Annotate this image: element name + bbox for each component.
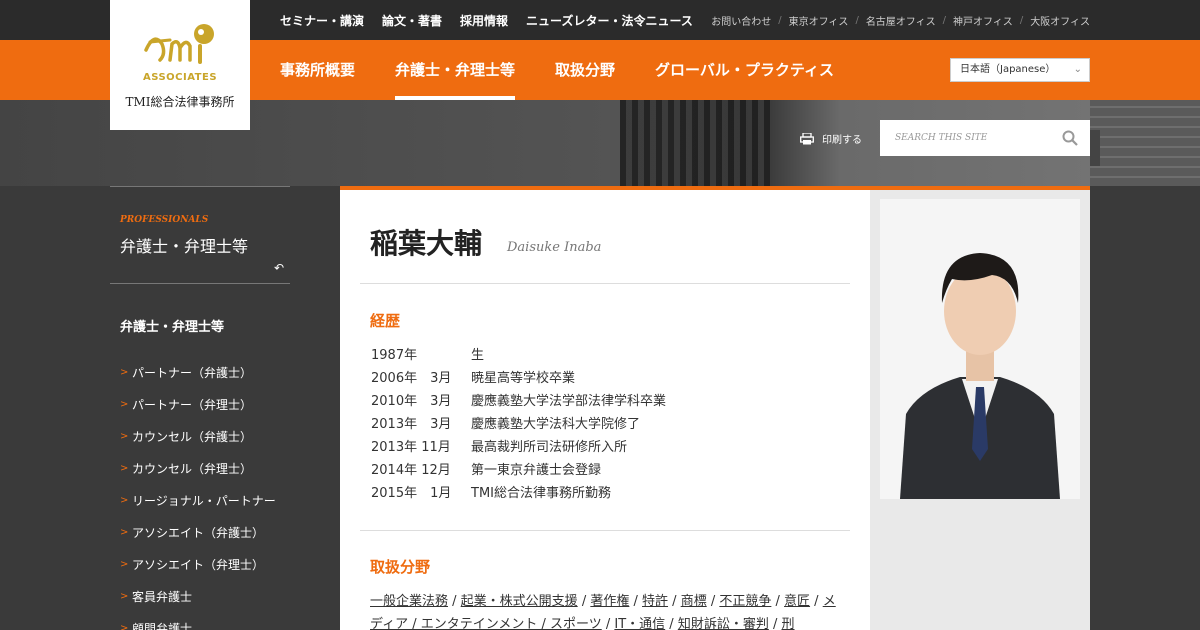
language-select[interactable]: 日本語（Japanese） ⌄ bbox=[950, 58, 1090, 82]
career-text: 慶應義塾大学法科大学院修了 bbox=[471, 417, 641, 432]
section-divider bbox=[360, 530, 850, 531]
practice-area-link[interactable]: 意匠 bbox=[784, 594, 810, 609]
career-row: 2010年 3月 慶應義塾大学法学部法律学科卒業 bbox=[371, 390, 666, 413]
career-text: TMI総合法律事務所勤務 bbox=[471, 486, 611, 501]
main-nav-global-practice[interactable]: グローバル・プラクティス bbox=[655, 40, 834, 100]
practice-area-link[interactable]: 知財訴訟・審判 bbox=[678, 617, 769, 630]
practice-area-link[interactable]: 商標 bbox=[681, 594, 707, 609]
career-text: 慶應義塾大学法学部法律学科卒業 bbox=[471, 394, 667, 409]
career-text: 暁星高等学校卒業 bbox=[471, 371, 576, 386]
sidebar-item-advisor-lawyer[interactable]: 顧問弁護士 bbox=[110, 613, 290, 630]
career-text: 第一東京弁護士会登録 bbox=[471, 463, 602, 478]
profile-name-english: Daisuke Inaba bbox=[507, 240, 602, 255]
sidebar-title: 弁護士・弁理士等 bbox=[120, 237, 249, 256]
hero-wall-image bbox=[1090, 100, 1200, 186]
hero-building-image bbox=[620, 100, 770, 186]
search-shadow bbox=[1090, 130, 1100, 166]
profile-photo bbox=[880, 199, 1080, 499]
sidebar-item-guest-lawyer[interactable]: 客員弁護士 bbox=[110, 581, 290, 613]
office-links: お問い合わせ / 東京オフィス / 名古屋オフィス / 神戸オフィス / 大阪オフィス bbox=[711, 0, 1090, 40]
career-date: 2006年 3月 bbox=[371, 371, 452, 386]
career-row: 1987年 生 bbox=[371, 344, 666, 367]
practice-area-link[interactable]: 特許 bbox=[642, 594, 668, 609]
logo-assoc-text: ASSOCIATES bbox=[142, 72, 218, 83]
separator: / bbox=[1019, 14, 1024, 26]
career-row: 2013年 3月 慶應義塾大学法科大学院修了 bbox=[371, 413, 666, 436]
sidebar-item-associate-patent[interactable]: アソシエイト（弁理士） bbox=[110, 549, 290, 581]
separator: / bbox=[855, 14, 859, 26]
practice-area-link[interactable]: 刑 bbox=[782, 617, 795, 630]
print-button[interactable]: 印刷する bbox=[800, 131, 862, 146]
career-date: 2013年 3月 bbox=[371, 417, 452, 432]
sidebar-item-partner-lawyer[interactable]: パートナー（弁護士） bbox=[110, 357, 290, 389]
office-link-tokyo[interactable]: 東京オフィス bbox=[789, 13, 849, 28]
chevron-down-icon: ⌄ bbox=[1073, 64, 1082, 75]
utility-link-newsletter[interactable]: ニューズレター・法令ニュース bbox=[526, 12, 693, 29]
printer-icon bbox=[800, 132, 814, 144]
sidebar-item-associate-lawyer[interactable]: アソシエイト（弁護士） bbox=[110, 517, 290, 549]
office-link-osaka[interactable]: 大阪オフィス bbox=[1030, 13, 1090, 28]
practice-areas-list: 一般企業法務 / 起業・株式公開支援 / 著作権 / 特許 / 商標 / 不正競… bbox=[370, 594, 836, 630]
career-text: 生 bbox=[471, 348, 485, 363]
sidebar-section-label: PROFESSIONALS bbox=[120, 215, 209, 225]
practice-area-link[interactable]: 起業・株式公開支援 bbox=[461, 594, 578, 609]
main-nav-professionals[interactable]: 弁護士・弁理士等 bbox=[395, 40, 516, 100]
sidebar: PROFESSIONALS 弁護士・弁理士等 ↶ 弁護士・弁理士等 パートナー（… bbox=[110, 186, 290, 630]
site-search bbox=[880, 120, 1090, 156]
career-date: 2010年 3月 bbox=[371, 394, 452, 409]
utility-link-publications[interactable]: 論文・著書 bbox=[382, 12, 442, 29]
sidebar-item-regional-partner[interactable]: リージョナル・パートナー bbox=[110, 485, 290, 517]
sidebar-item-counsel-lawyer[interactable]: カウンセル（弁護士） bbox=[110, 421, 290, 453]
sidebar-divider bbox=[110, 186, 290, 187]
language-select-value: 日本語（Japanese） bbox=[960, 64, 1056, 75]
portrait-image bbox=[880, 199, 1080, 499]
career-row: 2013年 11月 最高裁判所司法研修所入所 bbox=[371, 436, 666, 459]
main-nav: 事務所概要 弁護士・弁理士等 取扱分野 グローバル・プラクティス bbox=[280, 40, 834, 100]
utility-nav: セミナー・講演 論文・著書 採用情報 ニューズレター・法令ニュース bbox=[280, 0, 693, 40]
office-link-contact[interactable]: お問い合わせ bbox=[711, 13, 771, 28]
practice-area-link[interactable]: 不正競争 bbox=[719, 594, 771, 609]
sidebar-item-partner-patent[interactable]: パートナー（弁理士） bbox=[110, 389, 290, 421]
section-divider bbox=[360, 283, 850, 284]
separator: / bbox=[942, 14, 946, 26]
utility-link-careers[interactable]: 採用情報 bbox=[460, 12, 508, 29]
sidebar-item-counsel-patent[interactable]: カウンセル（弁理士） bbox=[110, 453, 290, 485]
search-input[interactable] bbox=[880, 120, 1050, 156]
back-icon[interactable]: ↶ bbox=[110, 261, 284, 283]
separator: / bbox=[778, 14, 782, 26]
office-link-nagoya[interactable]: 名古屋オフィス bbox=[866, 13, 936, 28]
career-heading: 経歴 bbox=[370, 312, 401, 330]
career-list: 1987年 生 2006年 3月 暁星高等学校卒業 2010年 3月 慶應義塾大学法学… bbox=[371, 344, 666, 505]
tmi-logo-mark-icon bbox=[144, 24, 214, 64]
search-icon[interactable] bbox=[1062, 130, 1078, 146]
practice-areas-heading: 取扱分野 bbox=[370, 558, 431, 576]
practice-area-link[interactable]: 一般企業法務 bbox=[370, 594, 448, 609]
print-label: 印刷する bbox=[822, 135, 862, 146]
office-link-kobe[interactable]: 神戸オフィス bbox=[953, 13, 1013, 28]
career-text: 最高裁判所司法研修所入所 bbox=[471, 440, 628, 455]
main-nav-practice-areas[interactable]: 取扱分野 bbox=[555, 40, 615, 100]
utility-link-seminars[interactable]: セミナー・講演 bbox=[280, 12, 364, 29]
career-date: 2014年 12月 bbox=[371, 463, 451, 478]
practice-area-link[interactable]: 著作権 bbox=[590, 594, 629, 609]
career-date: 1987年 bbox=[371, 348, 418, 363]
career-date: 2015年 1月 bbox=[371, 486, 452, 501]
practice-area-link[interactable]: IT・通信 bbox=[614, 617, 665, 630]
career-row: 2006年 3月 暁星高等学校卒業 bbox=[371, 367, 666, 390]
logo-firm-name: TMI総合法律事務所 bbox=[125, 95, 235, 109]
career-row: 2015年 1月 TMI総合法律事務所勤務 bbox=[371, 482, 666, 505]
profile-name: 稲葉大輔 bbox=[370, 227, 483, 260]
site-logo[interactable]: ASSOCIATES TMI総合法律事務所 bbox=[110, 0, 250, 130]
main-nav-about[interactable]: 事務所概要 bbox=[280, 40, 355, 100]
sidebar-subheading: 弁護士・弁理士等 bbox=[120, 320, 225, 335]
career-row: 2014年 12月 第一東京弁護士会登録 bbox=[371, 459, 666, 482]
sidebar-list: パートナー（弁護士） パートナー（弁理士） カウンセル（弁護士） カウンセル（弁… bbox=[110, 357, 290, 630]
sidebar-divider bbox=[110, 283, 290, 284]
career-date: 2013年 11月 bbox=[371, 440, 451, 455]
